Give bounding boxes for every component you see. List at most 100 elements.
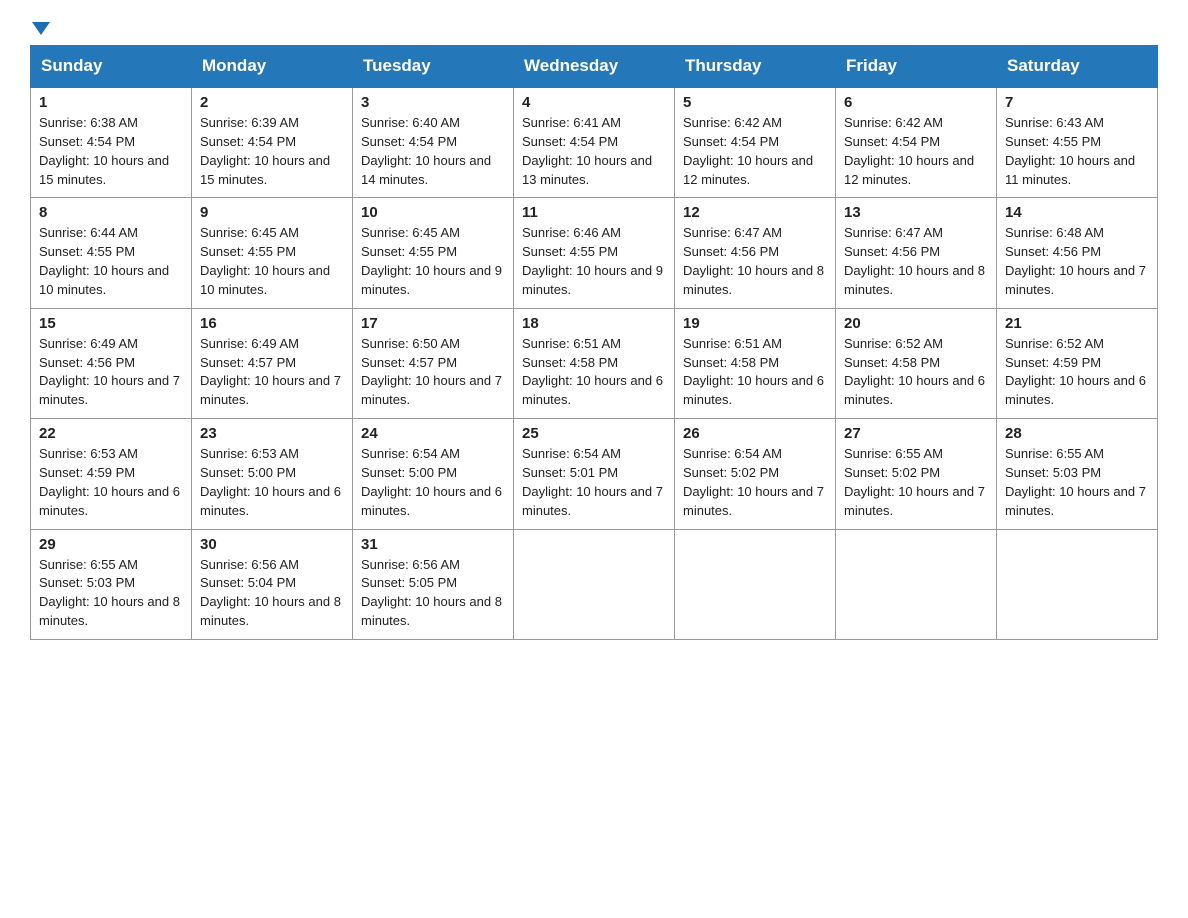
page-header (30, 20, 1158, 29)
calendar-cell: 17 Sunrise: 6:50 AMSunset: 4:57 PMDaylig… (353, 308, 514, 418)
calendar-cell: 5 Sunrise: 6:42 AMSunset: 4:54 PMDayligh… (675, 87, 836, 198)
day-number: 15 (39, 315, 183, 332)
day-number: 2 (200, 94, 344, 111)
calendar-cell: 15 Sunrise: 6:49 AMSunset: 4:56 PMDaylig… (31, 308, 192, 418)
calendar-table: SundayMondayTuesdayWednesdayThursdayFrid… (30, 45, 1158, 640)
calendar-cell: 23 Sunrise: 6:53 AMSunset: 5:00 PMDaylig… (192, 419, 353, 529)
calendar-cell: 27 Sunrise: 6:55 AMSunset: 5:02 PMDaylig… (836, 419, 997, 529)
logo (30, 20, 50, 29)
calendar-cell: 30 Sunrise: 6:56 AMSunset: 5:04 PMDaylig… (192, 529, 353, 639)
calendar-cell: 2 Sunrise: 6:39 AMSunset: 4:54 PMDayligh… (192, 87, 353, 198)
day-info: Sunrise: 6:54 AMSunset: 5:01 PMDaylight:… (522, 446, 663, 518)
day-number: 3 (361, 94, 505, 111)
calendar-week-row: 8 Sunrise: 6:44 AMSunset: 4:55 PMDayligh… (31, 198, 1158, 308)
day-number: 26 (683, 425, 827, 442)
day-number: 25 (522, 425, 666, 442)
calendar-cell: 19 Sunrise: 6:51 AMSunset: 4:58 PMDaylig… (675, 308, 836, 418)
day-info: Sunrise: 6:49 AMSunset: 4:56 PMDaylight:… (39, 336, 180, 408)
calendar-header-monday: Monday (192, 46, 353, 88)
calendar-cell (997, 529, 1158, 639)
day-number: 16 (200, 315, 344, 332)
calendar-week-row: 29 Sunrise: 6:55 AMSunset: 5:03 PMDaylig… (31, 529, 1158, 639)
calendar-cell: 7 Sunrise: 6:43 AMSunset: 4:55 PMDayligh… (997, 87, 1158, 198)
day-info: Sunrise: 6:55 AMSunset: 5:02 PMDaylight:… (844, 446, 985, 518)
calendar-cell: 12 Sunrise: 6:47 AMSunset: 4:56 PMDaylig… (675, 198, 836, 308)
calendar-cell: 13 Sunrise: 6:47 AMSunset: 4:56 PMDaylig… (836, 198, 997, 308)
calendar-cell (836, 529, 997, 639)
day-info: Sunrise: 6:56 AMSunset: 5:04 PMDaylight:… (200, 557, 341, 629)
day-info: Sunrise: 6:53 AMSunset: 5:00 PMDaylight:… (200, 446, 341, 518)
calendar-cell: 20 Sunrise: 6:52 AMSunset: 4:58 PMDaylig… (836, 308, 997, 418)
calendar-week-row: 22 Sunrise: 6:53 AMSunset: 4:59 PMDaylig… (31, 419, 1158, 529)
calendar-cell: 26 Sunrise: 6:54 AMSunset: 5:02 PMDaylig… (675, 419, 836, 529)
day-info: Sunrise: 6:50 AMSunset: 4:57 PMDaylight:… (361, 336, 502, 408)
day-number: 17 (361, 315, 505, 332)
calendar-cell: 29 Sunrise: 6:55 AMSunset: 5:03 PMDaylig… (31, 529, 192, 639)
day-info: Sunrise: 6:38 AMSunset: 4:54 PMDaylight:… (39, 115, 169, 187)
day-info: Sunrise: 6:42 AMSunset: 4:54 PMDaylight:… (844, 115, 974, 187)
day-number: 13 (844, 204, 988, 221)
calendar-header-tuesday: Tuesday (353, 46, 514, 88)
calendar-cell: 18 Sunrise: 6:51 AMSunset: 4:58 PMDaylig… (514, 308, 675, 418)
day-number: 9 (200, 204, 344, 221)
day-number: 7 (1005, 94, 1149, 111)
day-info: Sunrise: 6:54 AMSunset: 5:00 PMDaylight:… (361, 446, 502, 518)
day-info: Sunrise: 6:45 AMSunset: 4:55 PMDaylight:… (200, 225, 330, 297)
logo-triangle-icon (32, 22, 50, 35)
day-number: 22 (39, 425, 183, 442)
day-info: Sunrise: 6:40 AMSunset: 4:54 PMDaylight:… (361, 115, 491, 187)
day-info: Sunrise: 6:49 AMSunset: 4:57 PMDaylight:… (200, 336, 341, 408)
calendar-cell (675, 529, 836, 639)
calendar-cell: 31 Sunrise: 6:56 AMSunset: 5:05 PMDaylig… (353, 529, 514, 639)
day-number: 28 (1005, 425, 1149, 442)
calendar-cell: 8 Sunrise: 6:44 AMSunset: 4:55 PMDayligh… (31, 198, 192, 308)
calendar-cell: 14 Sunrise: 6:48 AMSunset: 4:56 PMDaylig… (997, 198, 1158, 308)
calendar-week-row: 1 Sunrise: 6:38 AMSunset: 4:54 PMDayligh… (31, 87, 1158, 198)
calendar-cell: 22 Sunrise: 6:53 AMSunset: 4:59 PMDaylig… (31, 419, 192, 529)
day-info: Sunrise: 6:44 AMSunset: 4:55 PMDaylight:… (39, 225, 169, 297)
calendar-cell: 9 Sunrise: 6:45 AMSunset: 4:55 PMDayligh… (192, 198, 353, 308)
calendar-cell: 1 Sunrise: 6:38 AMSunset: 4:54 PMDayligh… (31, 87, 192, 198)
day-info: Sunrise: 6:55 AMSunset: 5:03 PMDaylight:… (39, 557, 180, 629)
calendar-cell (514, 529, 675, 639)
day-number: 27 (844, 425, 988, 442)
calendar-cell: 11 Sunrise: 6:46 AMSunset: 4:55 PMDaylig… (514, 198, 675, 308)
day-number: 8 (39, 204, 183, 221)
day-number: 11 (522, 204, 666, 221)
calendar-cell: 6 Sunrise: 6:42 AMSunset: 4:54 PMDayligh… (836, 87, 997, 198)
calendar-header-wednesday: Wednesday (514, 46, 675, 88)
calendar-header-friday: Friday (836, 46, 997, 88)
calendar-header-row: SundayMondayTuesdayWednesdayThursdayFrid… (31, 46, 1158, 88)
day-number: 24 (361, 425, 505, 442)
calendar-week-row: 15 Sunrise: 6:49 AMSunset: 4:56 PMDaylig… (31, 308, 1158, 418)
day-number: 20 (844, 315, 988, 332)
calendar-header-thursday: Thursday (675, 46, 836, 88)
day-number: 4 (522, 94, 666, 111)
day-number: 21 (1005, 315, 1149, 332)
day-number: 31 (361, 536, 505, 553)
day-number: 10 (361, 204, 505, 221)
day-info: Sunrise: 6:47 AMSunset: 4:56 PMDaylight:… (844, 225, 985, 297)
day-info: Sunrise: 6:47 AMSunset: 4:56 PMDaylight:… (683, 225, 824, 297)
day-info: Sunrise: 6:52 AMSunset: 4:58 PMDaylight:… (844, 336, 985, 408)
day-number: 30 (200, 536, 344, 553)
day-info: Sunrise: 6:41 AMSunset: 4:54 PMDaylight:… (522, 115, 652, 187)
day-info: Sunrise: 6:48 AMSunset: 4:56 PMDaylight:… (1005, 225, 1146, 297)
day-info: Sunrise: 6:51 AMSunset: 4:58 PMDaylight:… (522, 336, 663, 408)
day-number: 18 (522, 315, 666, 332)
calendar-cell: 24 Sunrise: 6:54 AMSunset: 5:00 PMDaylig… (353, 419, 514, 529)
calendar-cell: 21 Sunrise: 6:52 AMSunset: 4:59 PMDaylig… (997, 308, 1158, 418)
day-info: Sunrise: 6:55 AMSunset: 5:03 PMDaylight:… (1005, 446, 1146, 518)
day-info: Sunrise: 6:42 AMSunset: 4:54 PMDaylight:… (683, 115, 813, 187)
calendar-header-sunday: Sunday (31, 46, 192, 88)
calendar-cell: 3 Sunrise: 6:40 AMSunset: 4:54 PMDayligh… (353, 87, 514, 198)
day-info: Sunrise: 6:43 AMSunset: 4:55 PMDaylight:… (1005, 115, 1135, 187)
day-number: 14 (1005, 204, 1149, 221)
calendar-header-saturday: Saturday (997, 46, 1158, 88)
day-number: 6 (844, 94, 988, 111)
day-number: 19 (683, 315, 827, 332)
day-info: Sunrise: 6:45 AMSunset: 4:55 PMDaylight:… (361, 225, 502, 297)
day-info: Sunrise: 6:39 AMSunset: 4:54 PMDaylight:… (200, 115, 330, 187)
calendar-cell: 10 Sunrise: 6:45 AMSunset: 4:55 PMDaylig… (353, 198, 514, 308)
day-number: 5 (683, 94, 827, 111)
